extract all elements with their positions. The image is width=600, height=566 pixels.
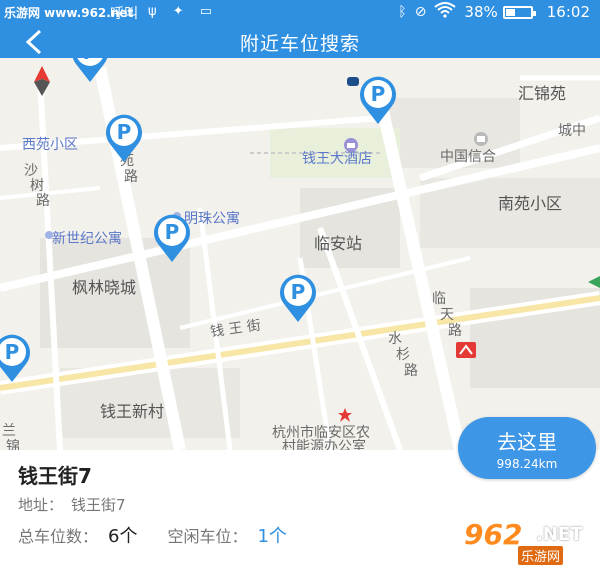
status-right: ᛒ ⊘ 38% 16:02 [398, 2, 590, 22]
map-label: 新世纪公寓 [52, 231, 122, 247]
pin-letter: P [165, 220, 180, 244]
wifi-icon [434, 2, 457, 22]
pin-letter: P [371, 82, 386, 106]
logo-number: 962 [464, 518, 523, 551]
silent-icon: ⊘ [414, 4, 427, 20]
app-bar: 附近车位搜索 [0, 26, 600, 58]
total-spaces-value: 6个 [108, 526, 138, 547]
parking-pin[interactable]: P [150, 212, 194, 264]
map-label: 临安站 [314, 234, 363, 253]
pin-letter: P [83, 58, 98, 64]
map-label: 枫林晓城 [72, 278, 137, 297]
total-spaces-label: 总车位数： [18, 527, 99, 546]
map-label: 南苑小区 [498, 194, 563, 213]
map-label: 钱王大酒店 [302, 151, 372, 167]
distance-value: 998.24km [496, 457, 558, 471]
pin-letter: P [5, 340, 20, 364]
parking-name: 钱王街7 [18, 464, 92, 488]
map-label: 路 [448, 323, 462, 339]
pin-letter: P [291, 280, 306, 304]
free-spaces-value: 1个 [257, 526, 287, 547]
map-label: 村能源办公室 [282, 439, 366, 450]
map-label: 中国信合 [440, 149, 496, 165]
parking-pin[interactable]: P [0, 332, 34, 384]
pin-letter: P [117, 120, 132, 144]
free-spaces-label: 空闲车位： [167, 527, 248, 546]
map-base [0, 58, 600, 450]
bluetooth-icon: ᛒ [398, 4, 407, 20]
map-label: 锦 [6, 439, 20, 450]
clock: 16:02 [546, 3, 590, 21]
map-label: 路 [36, 193, 50, 209]
parking-address: 地址： 钱王街7 [18, 494, 134, 515]
parking-pin-selected[interactable]: P [276, 272, 320, 324]
battery-fill [505, 8, 515, 16]
parking-pin[interactable]: P [102, 112, 146, 164]
status-bar: 乐游网 www.962.net 呼叫 ψ ✦ ▭ ᛒ ⊘ 38% 16:02 [0, 0, 600, 26]
space-counts: 总车位数： 6个 空闲车位： 1个 [18, 522, 287, 548]
navigate-label: 去这里 [497, 430, 557, 454]
map-label: 钱王新村 [100, 402, 165, 421]
carrier-text: 呼叫 [110, 6, 138, 22]
navigate-button[interactable]: 去这里 998.24km [458, 417, 596, 479]
map-label: 路 [124, 169, 138, 185]
notification-icons: ψ ✦ ▭ [148, 4, 219, 19]
map-label: 汇锦苑 [518, 84, 567, 103]
map-label: 西苑小区 [22, 137, 78, 153]
logo-cn: 乐游网 [518, 546, 564, 565]
logo-net: .NET [536, 524, 583, 545]
battery-percent: 38% [464, 3, 498, 21]
parking-pin[interactable]: P [68, 58, 112, 84]
watermark-logo: 962 .NET 乐游网 [460, 518, 594, 565]
map-label: 城中 [558, 123, 586, 139]
map-view[interactable]: 汇锦苑 西苑小区 沙 树 路 西 苑 路 钱王大酒店 中国信合 城中 南苑小区 … [0, 58, 600, 450]
parking-pin[interactable]: P [356, 74, 400, 126]
address-value: 钱王街7 [71, 496, 126, 514]
battery-icon [502, 5, 536, 19]
page-title: 附近车位搜索 [239, 33, 360, 55]
battery-status: 38% [464, 3, 536, 21]
map-label: 路 [404, 363, 418, 379]
address-label: 地址： [18, 496, 64, 514]
